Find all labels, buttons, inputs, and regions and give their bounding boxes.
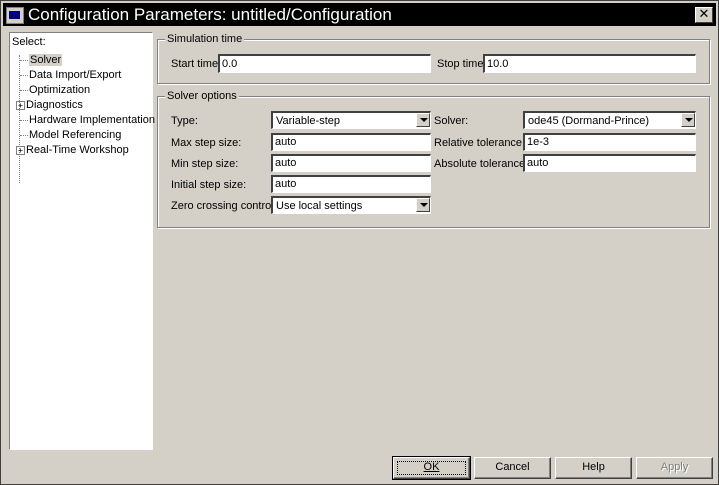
solver-options-title: Solver options: [165, 90, 239, 102]
chevron-down-icon[interactable]: [416, 113, 430, 127]
zero-crossing-label: Zero crossing control:: [171, 200, 277, 212]
chevron-down-icon[interactable]: [416, 198, 430, 212]
window-title: Configuration Parameters: untitled/Confi…: [28, 5, 392, 24]
zero-crossing-select-value: Use local settings: [276, 200, 363, 212]
ok-button[interactable]: OK: [392, 456, 471, 480]
start-time-label: Start time:: [171, 58, 222, 70]
plus-expander-icon[interactable]: +: [16, 145, 25, 155]
plus-expander-icon[interactable]: +: [16, 100, 25, 110]
tree-header: Select:: [12, 36, 46, 48]
help-button[interactable]: Help: [555, 457, 632, 479]
app-window-icon: [6, 7, 24, 24]
solver-label: Solver:: [434, 115, 469, 127]
tree-item-label: Hardware Implementation: [29, 114, 155, 126]
type-label: Type:: [171, 115, 198, 127]
tree-connector: [20, 59, 28, 61]
title-bar[interactable]: Configuration Parameters: untitled/Confi…: [3, 3, 716, 26]
stop-time-input[interactable]: 10.0: [483, 54, 696, 73]
solver-select-value: ode45 (Dormand-Prince): [528, 115, 650, 127]
tree-item-real-time-workshop[interactable]: + Real-Time Workshop: [16, 143, 129, 157]
chevron-down-icon[interactable]: [681, 113, 695, 127]
tree-connector: [20, 134, 28, 136]
tree-item-diagnostics[interactable]: + Diagnostics: [16, 98, 83, 112]
relative-tolerance-input[interactable]: 1e-3: [523, 133, 696, 151]
configuration-dialog: Configuration Parameters: untitled/Confi…: [0, 0, 719, 485]
cancel-button[interactable]: Cancel: [474, 457, 551, 479]
tree-item-data-import-export[interactable]: Data Import/Export: [20, 68, 121, 82]
tree-item-optimization[interactable]: Optimization: [20, 83, 90, 97]
initial-step-label: Initial step size:: [171, 179, 247, 191]
tree-item-label: Optimization: [29, 84, 91, 96]
tree-item-label: Diagnostics: [26, 99, 83, 111]
tree-item-label: Model Referencing: [29, 129, 122, 141]
category-tree[interactable]: Select: Solver Data Import/Export Optimi…: [9, 32, 155, 450]
type-select-value: Variable-step: [276, 115, 340, 127]
simulation-time-title: Simulation time: [165, 33, 245, 45]
relative-tolerance-label: Relative tolerance:: [434, 137, 526, 149]
tree-item-hardware-implementation[interactable]: Hardware Implementation: [20, 113, 155, 127]
start-time-input[interactable]: 0.0: [218, 54, 431, 73]
help-button-label: Help: [582, 461, 605, 473]
tree-connector: [20, 74, 28, 76]
tree-item-label: Real-Time Workshop: [26, 144, 129, 156]
tree-item-model-referencing[interactable]: Model Referencing: [20, 128, 121, 142]
cancel-button-label: Cancel: [495, 461, 530, 473]
type-select[interactable]: Variable-step: [271, 111, 431, 129]
min-step-label: Min step size:: [171, 158, 239, 170]
max-step-input[interactable]: auto: [271, 133, 431, 151]
tree-item-label: Data Import/Export: [29, 69, 122, 81]
focus-ring: [397, 461, 466, 475]
absolute-tolerance-label: Absolute tolerance:: [434, 158, 529, 170]
initial-step-input[interactable]: auto: [271, 175, 431, 193]
zero-crossing-select[interactable]: Use local settings: [271, 196, 431, 214]
min-step-input[interactable]: auto: [271, 154, 431, 172]
close-icon[interactable]: ✕: [695, 7, 713, 23]
absolute-tolerance-input[interactable]: auto: [523, 154, 696, 172]
tree-connector: [20, 119, 28, 121]
tree-connector: [20, 89, 28, 91]
stop-time-label: Stop time:: [437, 58, 487, 70]
tree-item-label: Solver: [29, 54, 63, 66]
tree-item-solver[interactable]: Solver: [20, 53, 63, 67]
max-step-label: Max step size:: [171, 137, 242, 149]
solver-select[interactable]: ode45 (Dormand-Prince): [523, 111, 696, 129]
apply-button: Apply: [636, 457, 713, 479]
apply-button-label: Apply: [660, 461, 689, 473]
